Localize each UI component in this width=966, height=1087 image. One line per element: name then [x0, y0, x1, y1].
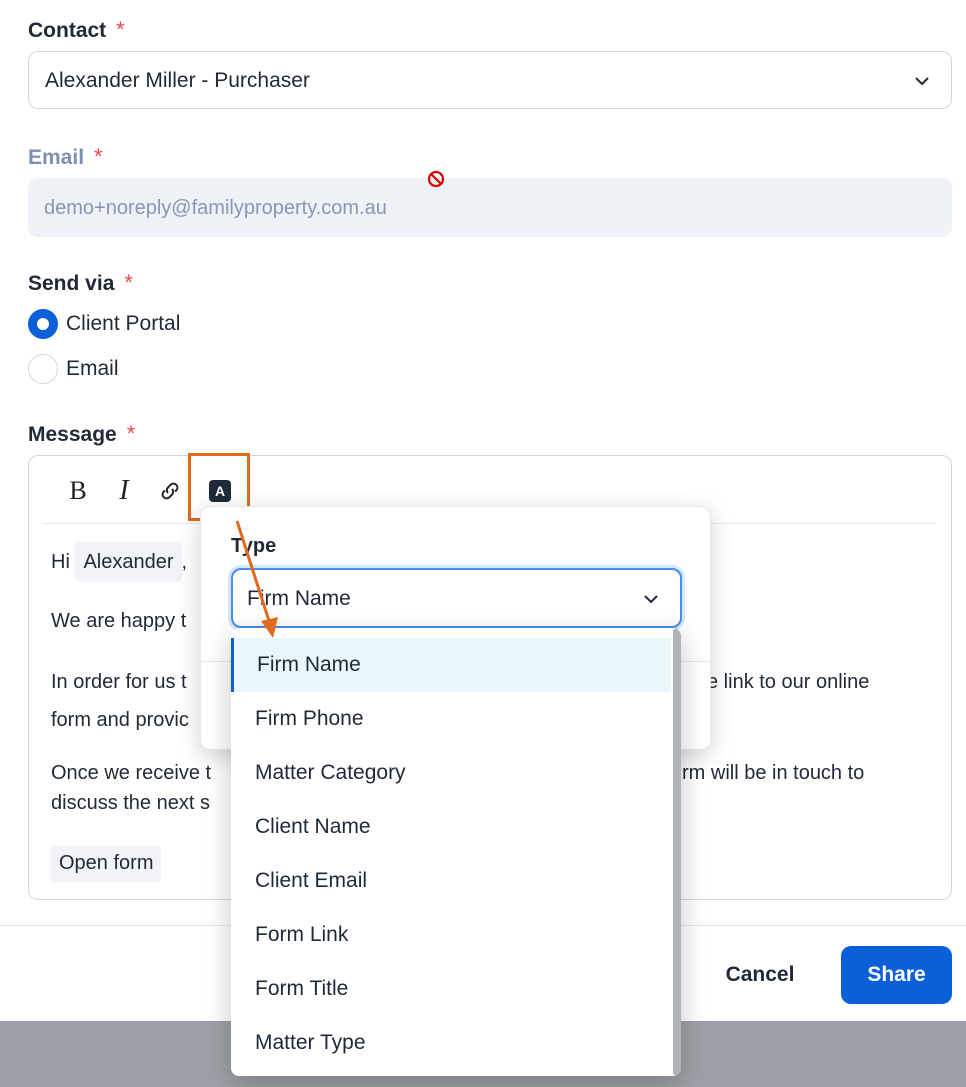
radio-button[interactable]: [28, 354, 58, 384]
link-button[interactable]: [155, 476, 185, 506]
required-mark: *: [94, 144, 103, 169]
email-label: Email *: [28, 144, 103, 169]
link-icon: [161, 482, 179, 500]
bold-button[interactable]: B: [63, 476, 93, 506]
dropdown-scrollbar[interactable]: [673, 628, 681, 1076]
not-allowed-cursor-icon: [427, 170, 445, 188]
cancel-button[interactable]: Cancel: [708, 946, 812, 1004]
dropdown-option-form-link[interactable]: Form Link: [231, 908, 671, 962]
type-dropdown-list: Firm Name Firm Phone Matter Category Cli…: [231, 628, 681, 1076]
chevron-down-icon: [644, 595, 658, 604]
contact-select[interactable]: Alexander Miller - Purchaser: [28, 51, 952, 109]
dropdown-option-matter-type[interactable]: Matter Type: [231, 1016, 671, 1070]
radio-email[interactable]: Email: [28, 354, 119, 384]
radio-label: Client Portal: [66, 312, 181, 335]
dropdown-option-client-name[interactable]: Client Name: [231, 800, 671, 854]
message-line-end: e link to our online: [707, 671, 870, 693]
contact-select-value: Alexander Miller - Purchaser: [45, 69, 310, 92]
type-select[interactable]: Firm Name: [231, 568, 682, 628]
send-via-label: Send via *: [28, 270, 133, 295]
italic-button[interactable]: I: [109, 475, 139, 506]
email-field: demo+noreply@familyproperty.com.au: [28, 178, 952, 237]
name-variable-chip: Alexander: [75, 542, 182, 582]
dropdown-option-firm-name[interactable]: Firm Name: [231, 638, 671, 692]
share-button[interactable]: Share: [841, 946, 952, 1004]
message-label: Message *: [28, 421, 136, 446]
message-line-end: rm will be in touch to: [682, 762, 865, 784]
dropdown-option-matter-category[interactable]: Matter Category: [231, 746, 671, 800]
required-mark: *: [126, 421, 136, 446]
dropdown-option-client-email[interactable]: Client Email: [231, 854, 671, 908]
required-mark: *: [124, 270, 133, 295]
type-select-value: Firm Name: [247, 587, 351, 610]
radio-label: Email: [66, 357, 119, 380]
chevron-down-icon: [915, 77, 929, 86]
popover-title: Type: [231, 535, 277, 557]
required-mark: *: [116, 17, 125, 42]
dropdown-option-form-title[interactable]: Form Title: [231, 962, 671, 1016]
contact-label: Contact *: [28, 17, 125, 42]
open-form-chip: Open form: [51, 846, 162, 882]
email-field-value: demo+noreply@familyproperty.com.au: [44, 197, 387, 219]
radio-button-checked[interactable]: [28, 309, 58, 339]
radio-client-portal[interactable]: Client Portal: [28, 309, 180, 339]
dropdown-option-firm-phone[interactable]: Firm Phone: [231, 692, 671, 746]
